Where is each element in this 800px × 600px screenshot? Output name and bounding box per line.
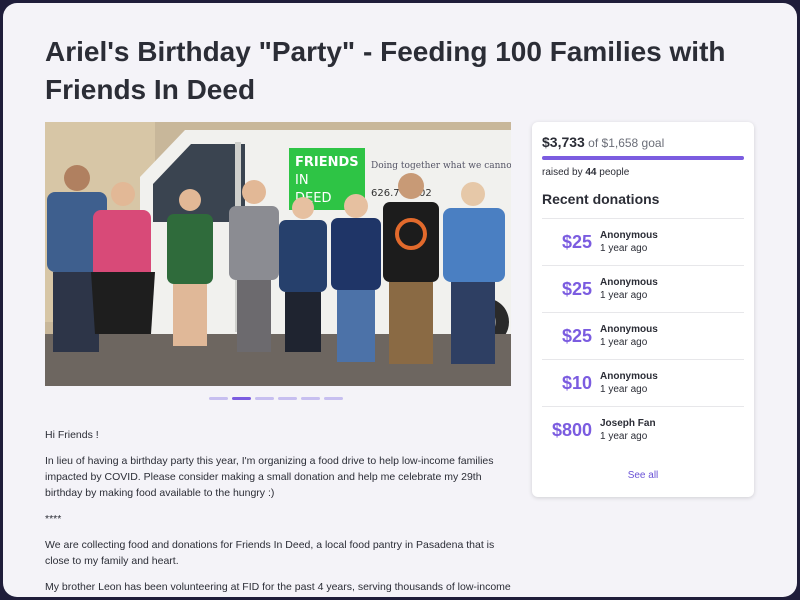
donation-amount: $25 <box>561 231 592 252</box>
donation-item: $25 Anonymous 1 year ago <box>542 218 744 265</box>
donor-name: Anonymous <box>600 230 658 241</box>
story-paragraph: My brother Leon has been volunteering at… <box>45 581 511 593</box>
donor-name: Anonymous <box>600 277 658 288</box>
carousel-dot[interactable] <box>301 397 320 400</box>
people-count: 44 <box>585 167 597 178</box>
people-prefix: raised by <box>542 167 583 178</box>
donation-time: 1 year ago <box>600 337 648 348</box>
volunteers-photo: FRIENDS IN DEED Doing together what we c… <box>45 122 511 386</box>
donation-item: $25 Anonymous 1 year ago <box>542 265 744 312</box>
see-all-donations-link[interactable]: See all <box>532 470 754 481</box>
donor-name: Anonymous <box>600 324 658 335</box>
carousel-dot[interactable] <box>278 397 297 400</box>
donation-amount: $25 <box>561 325 592 346</box>
carousel-dot[interactable] <box>232 397 251 400</box>
donation-time: 1 year ago <box>600 290 648 301</box>
donation-list: $25 Anonymous 1 year ago $25 Anonymous 1 y… <box>542 218 744 453</box>
photo-carousel-indicators <box>209 397 343 400</box>
donor-name: Joseph Fan <box>600 418 656 429</box>
progress-bar <box>542 156 744 160</box>
campaign-photo[interactable]: FRIENDS IN DEED Doing together what we c… <box>45 122 511 386</box>
carousel-dot[interactable] <box>324 397 343 400</box>
story-paragraph: In lieu of having a birthday party this … <box>45 455 494 499</box>
story-paragraph: **** <box>45 513 62 525</box>
story-paragraph: We are collecting food and donations for… <box>45 539 495 567</box>
donation-item: $800 Joseph Fan 1 year ago <box>542 406 744 453</box>
donation-amount: $25 <box>561 278 592 299</box>
carousel-dot[interactable] <box>209 397 228 400</box>
donation-time: 1 year ago <box>600 431 648 442</box>
donation-amount: $10 <box>561 372 592 393</box>
amount-raised: $3,733 of $1,658 goal <box>542 134 664 150</box>
donor-name: Anonymous <box>600 371 658 382</box>
raised-amount: $3,733 <box>542 134 585 150</box>
goal-text: of $1,658 goal <box>588 136 665 150</box>
recent-donations-heading: Recent donations <box>542 191 660 207</box>
progress-bar-fill <box>542 156 744 160</box>
page: Ariel's Birthday "Party" - Feeding 100 F… <box>3 3 797 597</box>
donation-time: 1 year ago <box>600 243 648 254</box>
van-tagline: Doing together what we cannot <box>371 161 511 171</box>
carousel-dot[interactable] <box>255 397 274 400</box>
story-paragraph: Hi Friends ! <box>45 429 99 441</box>
van-logo-line2: IN <box>295 173 309 188</box>
donation-amount: $800 <box>551 419 592 440</box>
donation-time: 1 year ago <box>600 384 648 395</box>
donation-item: $25 Anonymous 1 year ago <box>542 312 744 359</box>
people-suffix: people <box>599 167 630 178</box>
donation-sidebar: $3,733 of $1,658 goal raised by 44 peopl… <box>532 122 754 497</box>
campaign-title: Ariel's Birthday "Party" - Feeding 100 F… <box>45 36 726 105</box>
van-logo-line1: FRIENDS <box>295 155 359 170</box>
donor-count: raised by 44 people <box>542 167 629 178</box>
campaign-story: Hi Friends ! In lieu of having a birthda… <box>45 427 515 597</box>
donation-item: $10 Anonymous 1 year ago <box>542 359 744 406</box>
van-phone: 626.7 <box>371 188 400 199</box>
